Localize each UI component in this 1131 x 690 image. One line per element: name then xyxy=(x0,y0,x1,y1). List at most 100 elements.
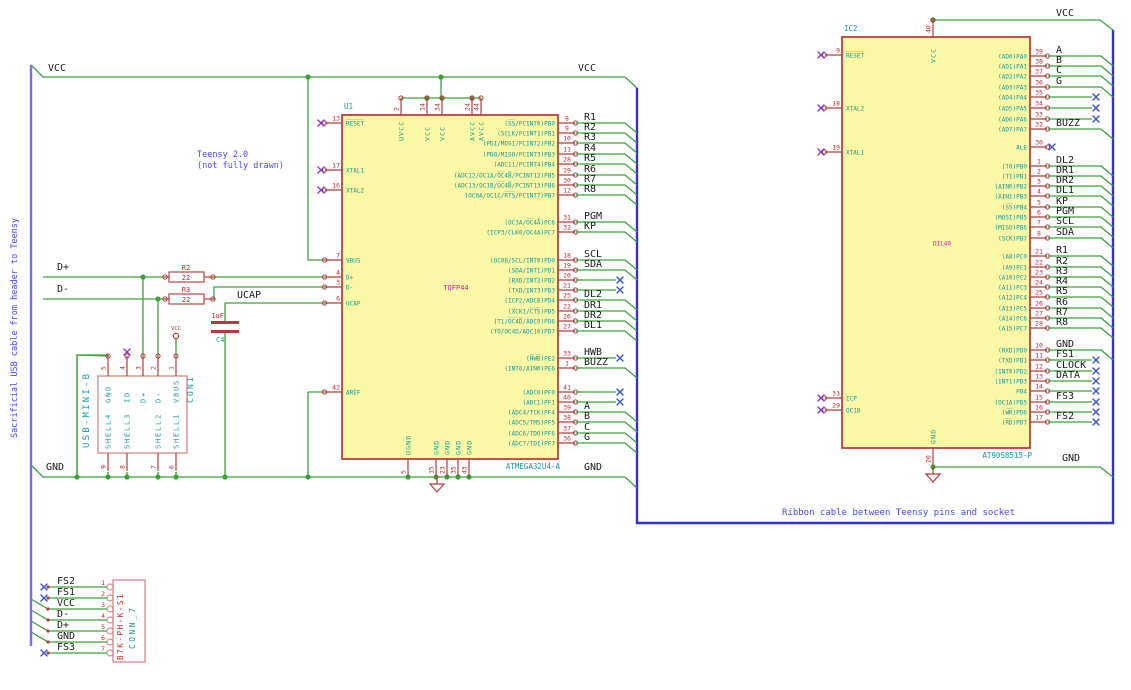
u1-part-name[interactable]: ATMEGA32U4-A xyxy=(506,462,561,471)
ic2-pin-number: 6 xyxy=(1037,209,1041,217)
u1-pin-number: 2 xyxy=(393,107,401,111)
net-label-KP[interactable]: KP xyxy=(584,221,596,232)
net-label-R1[interactable]: R1 xyxy=(1056,245,1068,256)
note-teensy-line2[interactable]: (not fully drawn) xyxy=(197,161,284,171)
junction-dot xyxy=(173,474,179,480)
net-label-FS3[interactable]: FS3 xyxy=(57,642,75,653)
u1-pin-name: AVCC xyxy=(469,121,477,141)
ic2-ref[interactable]: IC2 xyxy=(844,24,858,33)
u1-pin-name: GND xyxy=(466,440,474,455)
net-label-SDA[interactable]: SDA xyxy=(584,259,602,270)
c4-ref[interactable]: C4 xyxy=(216,336,224,344)
u1-pin-name: (ICP2/ADC8)PD4 xyxy=(504,297,555,304)
r3-ref[interactable]: R3 xyxy=(182,286,190,294)
net-label-D+[interactable]: D+ xyxy=(57,262,69,273)
conn7-pin-number: 5 xyxy=(101,623,105,631)
u1-pin-number: 19 xyxy=(563,262,571,270)
note-teensy-line1[interactable]: Teensy 2.0 xyxy=(197,150,248,160)
u1-pin-name: XTAL2 xyxy=(346,188,364,195)
ic2-part-name[interactable]: AT90S8515-P xyxy=(982,451,1032,460)
net-label-D+[interactable]: D+ xyxy=(57,620,69,631)
con1-pin-number: 7 xyxy=(150,465,158,469)
u1-pin-name: (ADC11/PCINT4)PB4 xyxy=(494,161,556,168)
ic2-pin-number: 36 xyxy=(1035,79,1043,87)
net-label-DL1[interactable]: DL1 xyxy=(584,320,602,331)
note-sacrificial-usb[interactable]: Sacrificial USB cable from header to Tee… xyxy=(10,218,20,438)
ic2-pin-number: 7 xyxy=(1037,219,1041,227)
net-label-R8[interactable]: R8 xyxy=(584,184,596,195)
ic2-pin-number: 34 xyxy=(1035,100,1043,108)
net-label-C[interactable]: C xyxy=(1056,65,1062,76)
net-label-DL2[interactable]: DL2 xyxy=(584,289,602,300)
con1-pin-name: D- xyxy=(155,391,163,403)
net-label-D-[interactable]: D- xyxy=(57,284,69,295)
net-label-VCC[interactable]: VCC xyxy=(578,63,596,74)
conn7-pin-number: 2 xyxy=(101,590,105,598)
net-label-FS1[interactable]: FS1 xyxy=(57,587,75,598)
net-label-VCC[interactable]: VCC xyxy=(48,63,66,74)
net-label-BUZZ[interactable]: BUZZ xyxy=(584,357,608,368)
ic2-package[interactable]: DIL40 xyxy=(933,241,951,248)
c4-value[interactable]: 1uF xyxy=(211,312,224,320)
net-label-SDA[interactable]: SDA xyxy=(1056,227,1074,238)
conn7-pin-number: 6 xyxy=(101,634,105,642)
net-label-GND[interactable]: GND xyxy=(584,462,602,473)
ic2-pin-number: 16 xyxy=(1035,404,1043,412)
net-label-R8[interactable]: R8 xyxy=(1056,317,1068,328)
u1-pin-name: UVCC xyxy=(398,121,406,141)
wire xyxy=(213,286,325,300)
conn7-value[interactable]: B7K-PH-K-S1 xyxy=(116,593,125,660)
net-label-UCAP[interactable]: UCAP xyxy=(237,290,261,301)
net-label-VCC[interactable]: VCC xyxy=(1056,8,1074,19)
net-label-SCL[interactable]: SCL xyxy=(1056,216,1074,227)
ic2-pin-name: (A12)PC4 xyxy=(998,294,1027,301)
net-label-R3[interactable]: R3 xyxy=(584,132,596,143)
note-ribbon-cable[interactable]: Ribbon cable between Teensy pins and soc… xyxy=(782,508,1015,518)
con1-ref[interactable]: CON1 xyxy=(186,375,195,403)
wire xyxy=(30,64,638,89)
net-label-FS2[interactable]: FS2 xyxy=(1056,411,1074,422)
u1-pin-name: GND xyxy=(433,440,441,455)
wire-end xyxy=(46,651,50,655)
ic2-pin-number: 29 xyxy=(832,402,840,410)
net-label-G[interactable]: G xyxy=(1056,76,1062,87)
conn7-pin-circle xyxy=(106,583,114,591)
ic2-pin-number: 40 xyxy=(925,25,933,33)
net-label-GND[interactable]: GND xyxy=(1062,453,1080,464)
net-label-FS3[interactable]: FS3 xyxy=(1056,391,1074,402)
net-label-BUZZ[interactable]: BUZZ xyxy=(1056,118,1080,129)
net-label-FS1[interactable]: FS1 xyxy=(1056,349,1074,360)
net-label-GND[interactable]: GND xyxy=(46,462,64,473)
net-label-B[interactable]: B xyxy=(584,411,590,422)
net-label-FS2[interactable]: FS2 xyxy=(57,576,75,587)
net-label-VCC[interactable]: VCC xyxy=(57,598,75,609)
net-label-DATA[interactable]: DATA xyxy=(1056,370,1080,381)
u1-pin-number: 14 xyxy=(419,103,427,111)
con1-value[interactable]: USB-MINI-B xyxy=(82,372,92,448)
r2-value[interactable]: 22 xyxy=(182,274,190,282)
u1-pin-number: 21 xyxy=(563,282,571,290)
u1-pin-name: UCAP xyxy=(346,301,361,308)
vcc-symbol-label: VCC xyxy=(171,326,181,332)
r3-value[interactable]: 22 xyxy=(182,296,190,304)
ic2-pin-name: GND xyxy=(930,429,938,444)
u1-package[interactable]: TQFP44 xyxy=(443,284,468,292)
r2-ref[interactable]: R2 xyxy=(182,264,190,272)
u1-pin-name: (ADC0)PF0 xyxy=(522,389,555,396)
net-label-GND[interactable]: GND xyxy=(57,631,75,642)
junction-dot xyxy=(438,74,444,80)
net-label-DL1[interactable]: DL1 xyxy=(1056,185,1074,196)
ic2-pin-name: (A15)PC7 xyxy=(998,325,1027,332)
wire-R8 xyxy=(1048,327,1114,339)
wire-DL1 xyxy=(576,330,638,342)
u1-pin-number: 5 xyxy=(400,470,408,474)
net-label-R5[interactable]: R5 xyxy=(584,153,596,164)
junction-dot xyxy=(140,274,146,280)
u1-ref[interactable]: U1 xyxy=(344,102,353,111)
u1-pin-name: (SDA/INT1)PD1 xyxy=(508,267,555,274)
net-label-D-[interactable]: D- xyxy=(57,609,69,620)
net-label-G[interactable]: G xyxy=(584,432,590,443)
conn7-ref[interactable]: CONN_7 xyxy=(128,606,137,649)
net-label-R5[interactable]: R5 xyxy=(1056,286,1068,297)
conn7-pin-circle xyxy=(106,627,114,635)
